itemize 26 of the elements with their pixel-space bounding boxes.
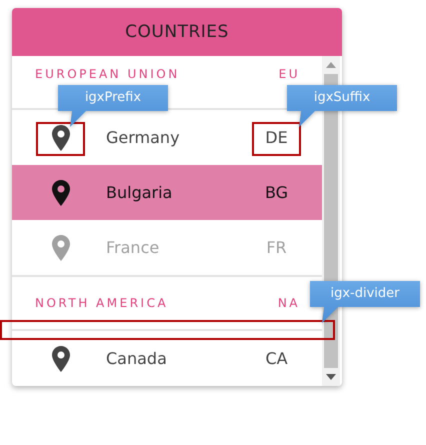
highlight-frame <box>252 122 301 156</box>
callout: igxPrefix <box>58 85 168 127</box>
country-name: Canada <box>106 349 168 368</box>
group-code: NA <box>278 296 300 310</box>
country-code: BG <box>264 184 288 202</box>
callout: igx-divider <box>310 281 420 323</box>
country-code: FR <box>266 238 287 256</box>
highlight-frame <box>36 122 85 156</box>
list-header: COUNTRIES <box>12 8 342 56</box>
scroll-down-icon[interactable] <box>326 374 336 380</box>
map-pin-icon <box>52 346 70 372</box>
country-item[interactable]: Bulgaria BG <box>12 165 322 220</box>
group-header: NORTH AMERICA <box>35 296 170 310</box>
country-name: France <box>106 238 160 257</box>
group-code: EU <box>278 67 300 81</box>
country-item[interactable]: Canada CA <box>12 331 322 386</box>
scroll-up-icon[interactable] <box>326 62 336 68</box>
map-pin-icon <box>52 180 70 206</box>
country-name: Germany <box>106 128 181 147</box>
map-pin-icon <box>52 124 70 150</box>
callout: igxSuffix <box>287 85 397 127</box>
country-code: CA <box>265 350 288 368</box>
country-code: DE <box>265 128 288 146</box>
country-name: Bulgaria <box>106 183 174 202</box>
group-header: EUROPEAN UNION <box>35 67 181 81</box>
map-pin-icon <box>52 234 70 260</box>
